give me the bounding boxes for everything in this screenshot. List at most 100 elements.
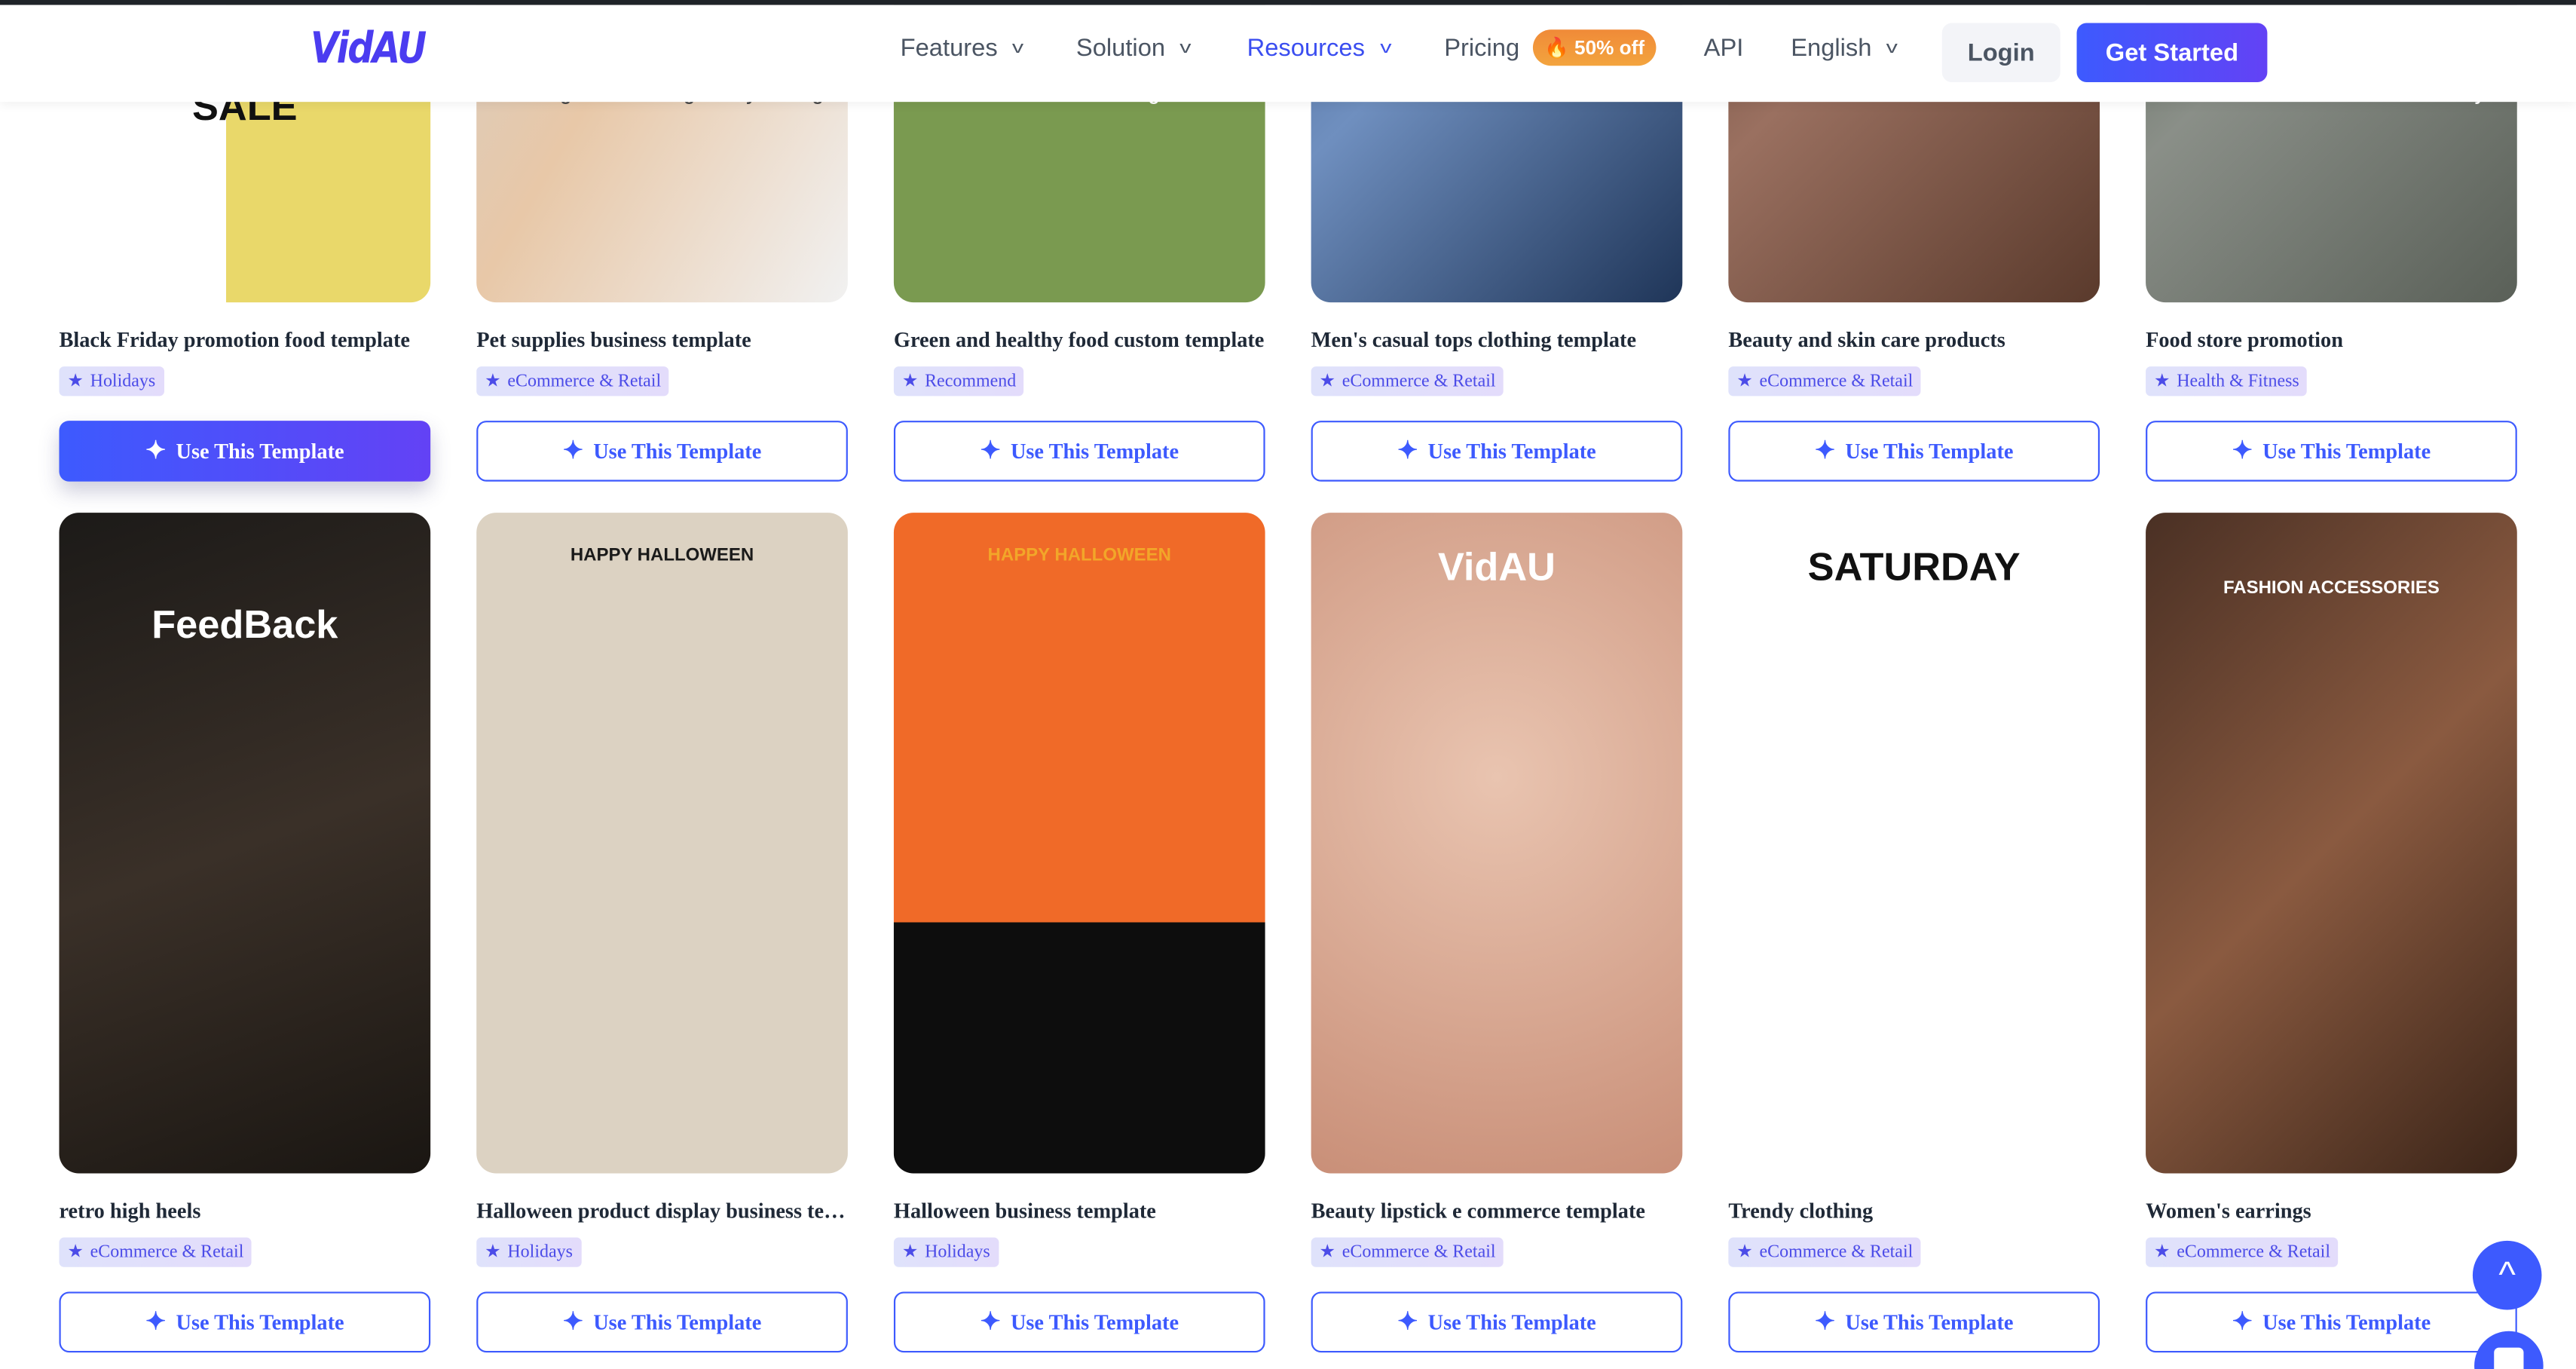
- scroll-to-top-button[interactable]: ^: [2472, 1240, 2542, 1310]
- template-title[interactable]: Beauty lipstick e commerce template: [1311, 1198, 1683, 1224]
- nav-label: Solution: [1075, 34, 1166, 63]
- star-icon: ★: [67, 371, 84, 391]
- category-tag[interactable]: ★ Holidays: [893, 1237, 999, 1267]
- use-template-button[interactable]: ✦ Use This Template: [893, 421, 1265, 482]
- template-title[interactable]: Pet supplies business template: [476, 327, 848, 354]
- chevron-down-icon: v: [1886, 39, 1898, 58]
- button-label: Use This Template: [1010, 437, 1179, 463]
- tag-label: Health & Fitness: [2177, 371, 2299, 391]
- use-template-button[interactable]: ✦ Use This Template: [1728, 421, 2100, 482]
- use-template-button[interactable]: ✦ Use This Template: [2146, 1291, 2517, 1353]
- nav-api[interactable]: API: [1704, 35, 1744, 63]
- category-tag[interactable]: ★ Holidays: [59, 366, 164, 397]
- star-icon: ★: [1319, 371, 1336, 391]
- button-label: Use This Template: [176, 437, 344, 463]
- get-started-button[interactable]: Get Started: [2076, 23, 2268, 82]
- category-tag[interactable]: ★ eCommerce & Retail: [1311, 366, 1504, 397]
- template-preview[interactable]: VidAU: [1311, 513, 1683, 1174]
- star-icon: ★: [1736, 371, 1753, 391]
- use-template-button[interactable]: ✦ Use This Template: [2146, 421, 2517, 482]
- tag-label: Holidays: [925, 1242, 990, 1263]
- tag-label: eCommerce & Retail: [507, 371, 662, 391]
- button-label: Use This Template: [2262, 1309, 2431, 1334]
- category-tag[interactable]: ★ eCommerce & Retail: [1728, 1237, 1922, 1267]
- preview-overlay-text: FeedBack: [151, 603, 338, 648]
- use-template-button[interactable]: ✦ Use This Template: [476, 1291, 848, 1353]
- chevron-down-icon: v: [1179, 39, 1192, 58]
- template-preview[interactable]: HAPPY HALLOWEEN: [476, 513, 848, 1174]
- button-label: Use This Template: [2262, 437, 2431, 463]
- nav-pricing[interactable]: Pricing: [1444, 35, 1519, 63]
- nav-label: Pricing: [1444, 34, 1520, 63]
- category-tag[interactable]: ★ eCommerce & Retail: [1311, 1237, 1504, 1267]
- star-icon: ★: [67, 1242, 84, 1263]
- logo[interactable]: VidAU: [311, 25, 427, 74]
- sparkle-icon: ✦: [1397, 439, 1418, 465]
- category-tag[interactable]: ★ eCommerce & Retail: [1728, 366, 1922, 397]
- template-preview[interactable]: HAPPY HALLOWEEN: [893, 513, 1265, 1174]
- discount-badge: 🔥 50% off: [1532, 29, 1657, 66]
- use-template-button[interactable]: ✦ Use This Template: [1311, 421, 1683, 482]
- sparkle-icon: ✦: [2232, 439, 2253, 465]
- sparkle-icon: ✦: [980, 1309, 1001, 1337]
- template-title[interactable]: Women's earrings: [2146, 1198, 2517, 1224]
- button-label: Use This Template: [593, 437, 762, 463]
- button-label: Use This Template: [1427, 1309, 1596, 1334]
- template-title[interactable]: Green and healthy food custom template: [894, 327, 1265, 354]
- template-title[interactable]: Black Friday promotion food template: [59, 327, 430, 354]
- template-title[interactable]: Halloween business template: [894, 1198, 1265, 1224]
- button-label: Use This Template: [593, 1309, 762, 1334]
- use-template-button[interactable]: ✦ Use This Template: [1728, 1291, 2100, 1353]
- sparkle-icon: ✦: [1397, 1309, 1418, 1337]
- tag-label: Holidays: [507, 1242, 573, 1263]
- button-label: Use This Template: [1427, 437, 1596, 463]
- use-template-button[interactable]: ✦ Use This Template: [59, 1291, 431, 1353]
- preview-overlay-text: VidAU: [1437, 545, 1556, 590]
- star-icon: ★: [485, 1242, 501, 1263]
- nav-label: API: [1703, 34, 1744, 63]
- template-title[interactable]: retro high heels: [59, 1198, 430, 1224]
- template-title[interactable]: Food store promotion: [2146, 327, 2517, 354]
- language-selector[interactable]: English v: [1791, 34, 1898, 63]
- use-template-button[interactable]: ✦ Use This Template: [476, 421, 848, 482]
- use-template-button[interactable]: ✦ Use This Template: [59, 421, 431, 482]
- template-title[interactable]: Men's casual tops clothing template: [1311, 327, 1683, 354]
- template-title[interactable]: Trendy clothing: [1728, 1198, 2100, 1224]
- template-title[interactable]: Halloween product display business templ…: [476, 1198, 848, 1224]
- category-tag[interactable]: ★ Health & Fitness: [2146, 366, 2308, 397]
- sparkle-icon: ✦: [1814, 439, 1836, 465]
- template-preview[interactable]: FeedBack: [59, 513, 431, 1174]
- nav-solution[interactable]: Solution v: [1075, 34, 1192, 63]
- star-icon: ★: [2153, 1242, 2171, 1263]
- sparkle-icon: ✦: [980, 439, 1001, 465]
- button-label: Use This Template: [176, 1309, 344, 1334]
- tag-label: eCommerce & Retail: [90, 1242, 244, 1263]
- star-icon: ★: [901, 371, 919, 391]
- chevron-up-icon: ^: [2498, 1254, 2516, 1295]
- sparkle-icon: ✦: [1814, 1309, 1836, 1337]
- site-header: VidAU Features v Solution v Resources v Pri…: [0, 5, 2576, 103]
- button-label: Use This Template: [1845, 1309, 2014, 1334]
- category-tag[interactable]: ★ Holidays: [476, 1237, 581, 1267]
- button-label: Use This Template: [1845, 437, 2014, 463]
- use-template-button[interactable]: ✦ Use This Template: [893, 1291, 1265, 1353]
- page: VidAU Features v Solution v Resources v Pri…: [0, 0, 2576, 1369]
- category-tag[interactable]: ★ eCommerce & Retail: [476, 366, 670, 397]
- nav-features[interactable]: Features v: [901, 35, 1024, 63]
- category-tag[interactable]: ★ Recommend: [893, 366, 1025, 397]
- nav-resources[interactable]: Resources v: [1247, 34, 1391, 63]
- category-tag[interactable]: ★ eCommerce & Retail: [59, 1237, 252, 1267]
- tag-label: Holidays: [90, 371, 156, 391]
- login-button[interactable]: Login: [1941, 23, 2060, 82]
- nav-label: Resources: [1247, 34, 1365, 63]
- preview-overlay-text: HAPPY HALLOWEEN: [570, 545, 754, 565]
- template-preview[interactable]: SATURDAY: [1728, 513, 2100, 1174]
- template-preview[interactable]: FASHION ACCESSORIES: [2146, 513, 2517, 1174]
- template-title[interactable]: Beauty and skin care products: [1728, 327, 2100, 354]
- nav-label: English: [1791, 34, 1872, 63]
- tag-label: eCommerce & Retail: [2177, 1242, 2330, 1263]
- sparkle-icon: ✦: [562, 1309, 584, 1337]
- use-template-button[interactable]: ✦ Use This Template: [1311, 1291, 1683, 1353]
- category-tag[interactable]: ★ eCommerce & Retail: [2146, 1237, 2339, 1267]
- star-icon: ★: [2153, 371, 2171, 391]
